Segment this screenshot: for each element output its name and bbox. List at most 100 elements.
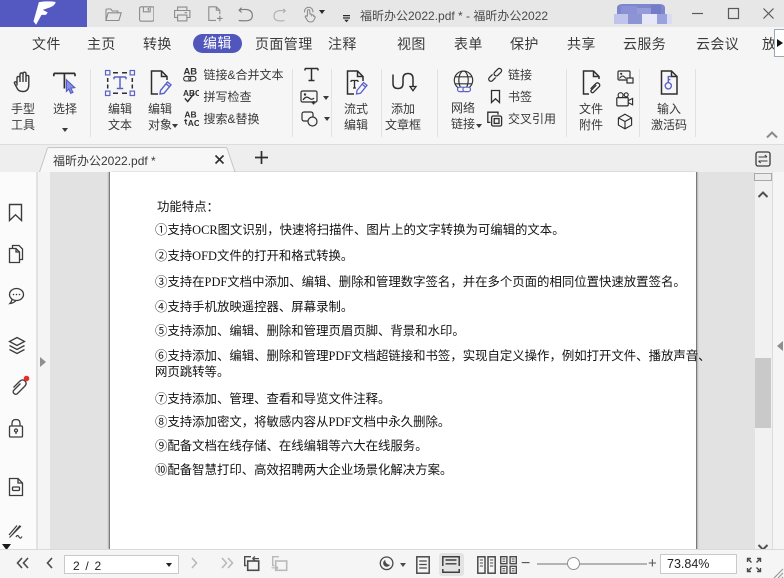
menu-home[interactable]: 主页 [87, 35, 116, 54]
zoom-value-box[interactable]: 73.84% [660, 554, 737, 574]
spell-check-button[interactable]: ABC 拼写检查 [183, 87, 252, 107]
zoom-out-button[interactable]: − [521, 555, 533, 571]
video-button[interactable] [616, 92, 634, 112]
quad-pages-button[interactable] [500, 556, 517, 578]
add-image-button[interactable] [300, 90, 319, 110]
add-article-box-button[interactable]: 添加 文章框 [380, 69, 426, 133]
menu-edit[interactable]: 编辑 [193, 34, 242, 53]
dropdown-caret [324, 117, 330, 121]
spell-check-icon: ABC [183, 88, 199, 105]
link-merge-icon: AB [183, 66, 199, 83]
save-icon[interactable] [139, 3, 155, 21]
add-article-box-icon [388, 69, 418, 97]
doc-text-line: 功能特点： [157, 201, 219, 214]
button-label: 附件 [570, 118, 612, 134]
link-merge-text-button[interactable]: AB 链接&合并文本 [183, 65, 284, 85]
button-label: 工具 [2, 118, 44, 134]
hand-tool-button[interactable]: 手型 工具 [2, 69, 44, 133]
menu-form[interactable]: 表单 [454, 35, 483, 54]
video-icon [616, 92, 634, 107]
add-shapes-button[interactable] [301, 111, 319, 132]
redo-icon[interactable] [273, 3, 286, 21]
next-view-button[interactable] [271, 555, 288, 577]
touch-mode-caret[interactable] [319, 10, 325, 14]
single-page-button[interactable] [416, 556, 430, 578]
close-button[interactable] [753, 0, 783, 27]
web-link-button[interactable]: 网络 链接 [442, 69, 484, 132]
flow-edit-button[interactable]: 流式 编辑 [335, 69, 377, 133]
open-file-icon[interactable] [105, 3, 122, 21]
page-dropdown-caret[interactable] [166, 563, 172, 567]
new-tab-button[interactable] [254, 150, 270, 166]
last-page-button[interactable] [220, 556, 235, 575]
bookmarks-panel-icon[interactable] [8, 203, 28, 223]
menu-page-management[interactable]: 页面管理 [255, 35, 313, 54]
new-document-icon[interactable] [208, 3, 224, 21]
expand-left-panel-handle[interactable] [40, 357, 46, 367]
menu-view[interactable]: 视图 [397, 35, 426, 54]
destinations-panel-icon[interactable] [8, 477, 28, 497]
close-tab-button[interactable] [214, 152, 227, 165]
dropdown-caret [400, 563, 406, 567]
foxit-logo[interactable] [0, 0, 87, 27]
zoom-in-button[interactable]: + [648, 555, 660, 571]
previous-view-button[interactable] [243, 555, 260, 577]
menu-share[interactable]: 共享 [567, 35, 596, 54]
pages-panel-icon[interactable] [8, 244, 28, 264]
enter-activation-code-button[interactable]: 输入 激活码 [648, 69, 690, 133]
menu-protect[interactable]: 保护 [510, 35, 539, 54]
menu-overflow-button[interactable] [774, 29, 784, 57]
undo-icon[interactable] [238, 3, 254, 21]
file-attachment-button[interactable]: 文件 附件 [570, 69, 612, 133]
scroll-up-arrow[interactable] [757, 186, 769, 195]
menu-convert[interactable]: 转换 [143, 35, 172, 54]
image-annotation-button[interactable] [617, 70, 634, 90]
select-tool-button[interactable]: 选择 [44, 69, 86, 140]
scrollbar-thumb[interactable] [755, 358, 771, 428]
signature-panel-icon[interactable] [8, 524, 28, 544]
maximize-button[interactable] [718, 0, 748, 27]
attachments-panel-icon[interactable] [8, 375, 28, 395]
zoom-slider-knob[interactable] [567, 557, 580, 570]
link-button[interactable]: 链接 [487, 65, 532, 85]
collapse-ribbon-button[interactable] [765, 127, 781, 139]
facing-pages-button[interactable] [477, 556, 496, 578]
first-page-button[interactable] [15, 556, 30, 575]
touch-mode-icon[interactable] [302, 3, 317, 21]
zoom-slider-track[interactable] [537, 563, 647, 565]
doc-text-line: ①支持OCR图文识别，快速将扫描件、图片上的文字转换为可编辑的文本。 [155, 224, 565, 237]
continuous-page-button[interactable] [439, 553, 464, 576]
view-mode-button[interactable] [379, 556, 395, 577]
menu-cloud-meeting[interactable]: 云会议 [696, 35, 739, 54]
menu-file[interactable]: 文件 [32, 35, 61, 54]
doc-text-line: ⑤支持添加、编辑、删除和管理页眉页脚、背景和水印。 [155, 325, 465, 338]
print-icon[interactable] [174, 3, 191, 21]
scrollbar-top-button[interactable] [754, 173, 772, 182]
scroll-down-arrow[interactable] [757, 539, 769, 548]
bookmark-button[interactable]: 书签 [487, 87, 532, 107]
next-page-button[interactable] [190, 556, 199, 575]
page-number-box[interactable]: 2 / 2 [64, 555, 179, 574]
ribbon-separator [90, 69, 91, 137]
layers-panel-icon[interactable] [8, 336, 28, 356]
button-label: 编辑 [139, 102, 181, 118]
resize-grip[interactable] [771, 565, 784, 578]
edit-text-button[interactable]: 编辑 文本 [99, 69, 141, 133]
search-replace-button[interactable]: AB AC 搜索&替换 [183, 109, 260, 129]
cross-reference-button[interactable]: 交叉引用 [487, 109, 556, 129]
customize-quick-access-icon[interactable] [343, 10, 350, 18]
3d-cube-icon [617, 113, 633, 130]
button-label: 流式 [335, 102, 377, 118]
prev-page-button[interactable] [45, 556, 54, 575]
comments-panel-icon[interactable] [8, 287, 28, 307]
menu-cloud-service[interactable]: 云服务 [623, 35, 666, 54]
document-tab-bar: 福昕办公2022.pdf * [0, 145, 784, 172]
security-panel-icon[interactable] [8, 418, 28, 438]
minimize-button[interactable] [682, 0, 712, 27]
3d-object-button[interactable] [617, 113, 633, 135]
menu-comment[interactable]: 注释 [328, 35, 357, 54]
swap-view-button[interactable] [755, 151, 771, 167]
add-text-button[interactable] [303, 67, 320, 87]
fullscreen-button[interactable] [746, 557, 762, 573]
expand-right-panel-handle[interactable] [777, 341, 783, 351]
